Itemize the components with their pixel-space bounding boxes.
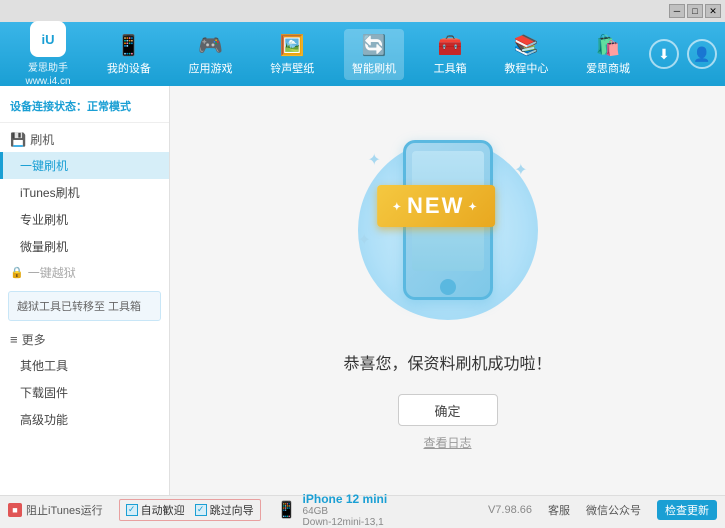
maximize-button[interactable]: □ (687, 4, 703, 18)
bottom-checkboxes: ✓ 自动歓迎 ✓ 跳过向导 (119, 499, 261, 521)
tutorials-label: 教程中心 (504, 60, 548, 76)
flash-section-icon: 💾 (10, 132, 26, 148)
my-device-label: 我的设备 (107, 60, 151, 76)
version-label: V7.98.66 (488, 504, 532, 516)
sidebar-item-other-tools[interactable]: 其他工具 (0, 352, 169, 379)
device-info-panel: 📱 iPhone 12 mini 64GB Down-12mini-13,1 (277, 492, 472, 528)
sidebar-item-advanced[interactable]: 高级功能 (0, 406, 169, 433)
section-flash: 💾 刷机 (0, 127, 169, 152)
stop-icon: ■ (8, 503, 22, 517)
success-illustration: ✦ ✦ ✦ NEW (338, 130, 558, 330)
nav-toolbox[interactable]: 🧰 工具箱 (426, 29, 475, 80)
sidebar-item-one-click-flash[interactable]: 一键刷机 (0, 152, 169, 179)
stop-itunes-label: 阻止iTunes运行 (26, 502, 103, 518)
bottombar: ■ 阻止iTunes运行 ✓ 自动歓迎 ✓ 跳过向导 📱 iPhone 12 m… (0, 495, 725, 523)
confirm-button[interactable]: 确定 (398, 394, 498, 426)
nav-ringtones[interactable]: 🖼️ 铃声壁纸 (262, 29, 322, 80)
apps-games-label: 应用游戏 (189, 60, 233, 76)
auto-connect-checkbox[interactable]: ✓ 自动歓迎 (126, 502, 185, 518)
nav-my-device[interactable]: 📱 我的设备 (99, 29, 159, 80)
tutorials-icon: 📚 (514, 33, 539, 58)
device-details: iPhone 12 mini 64GB Down-12mini-13,1 (303, 492, 388, 528)
more-section-icon: ≡ (10, 332, 18, 347)
device-status: 设备连接状态：正常模式 (0, 94, 169, 123)
nav-apple-mall[interactable]: 🛍️ 爱思商城 (578, 29, 638, 80)
sidebar-item-download-firmware[interactable]: 下载固件 (0, 379, 169, 406)
sidebar-item-micro-flash[interactable]: 微量刷机 (0, 233, 169, 260)
more-section-label: 更多 (22, 331, 46, 348)
close-button[interactable]: ✕ (705, 4, 721, 18)
auto-connect-checkbox-box: ✓ (126, 504, 138, 516)
minimize-button[interactable]: ─ (669, 4, 685, 18)
logo-icon: iU (30, 21, 66, 57)
skip-wizard-checkbox-box: ✓ (195, 504, 207, 516)
device-storage: 64GB (303, 506, 388, 517)
jailbreak-label: 一键越狱 (28, 264, 76, 281)
customer-service-link[interactable]: 客服 (548, 502, 570, 518)
skip-wizard-checkbox[interactable]: ✓ 跳过向导 (195, 502, 254, 518)
apps-games-icon: 🎮 (198, 33, 223, 58)
device-model: Down-12mini-13,1 (303, 517, 388, 528)
smart-flash-label: 智能刷机 (352, 60, 396, 76)
sidebar-item-pro-flash[interactable]: 专业刷机 (0, 206, 169, 233)
status-label: 设备连接状态： (10, 101, 87, 113)
sparkle-3: ✦ (358, 230, 371, 250)
skip-wizard-label: 跳过向导 (210, 502, 254, 518)
nav-smart-flash[interactable]: 🔄 智能刷机 (344, 29, 404, 80)
apple-mall-icon: 🛍️ (596, 33, 621, 58)
device-name: iPhone 12 mini (303, 492, 388, 506)
header-right: ⬇ 👤 (649, 39, 717, 69)
user-button[interactable]: 👤 (687, 39, 717, 69)
view-log-link[interactable]: 查看日志 (423, 434, 471, 451)
ringtones-icon: 🖼️ (280, 33, 305, 58)
device-icon: 📱 (277, 500, 297, 520)
logo-name: 爱思助手 (28, 59, 68, 74)
new-badge: NEW (377, 185, 495, 227)
section-more: ≡ 更多 (0, 327, 169, 352)
nav-tutorials[interactable]: 📚 教程中心 (496, 29, 556, 80)
main-content: 设备连接状态：正常模式 💾 刷机 一键刷机 iTunes刷机 专业刷机 微量刷机… (0, 86, 725, 495)
apple-mall-label: 爱思商城 (586, 60, 630, 76)
sidebar-item-itunes-flash[interactable]: iTunes刷机 (0, 179, 169, 206)
jailbreak-info-box: 越狱工具已转移至 工具箱 (8, 291, 161, 321)
sparkle-2: ✦ (514, 160, 527, 180)
toolbox-icon: 🧰 (438, 33, 463, 58)
bottom-right: V7.98.66 客服 微信公众号 检查更新 (488, 500, 717, 520)
stop-itunes-button[interactable]: ■ 阻止iTunes运行 (8, 502, 103, 518)
jailbreak-info-text: 越狱工具已转移至 工具箱 (17, 301, 141, 313)
smart-flash-icon: 🔄 (362, 33, 387, 58)
status-value: 正常模式 (87, 101, 131, 113)
wechat-public-link[interactable]: 微信公众号 (586, 502, 641, 518)
success-message: 恭喜您，保资料刷机成功啦！ (343, 350, 551, 374)
my-device-icon: 📱 (116, 33, 141, 58)
toolbox-label: 工具箱 (434, 60, 467, 76)
sparkle-1: ✦ (368, 150, 381, 170)
ringtones-label: 铃声壁纸 (270, 60, 314, 76)
check-update-button[interactable]: 检查更新 (657, 500, 717, 520)
flash-section-label: 刷机 (30, 131, 54, 148)
logo: iU 爱思助手 www.i4.cn (8, 21, 88, 87)
content-area: ✦ ✦ ✦ NEW 恭喜您，保资料刷机成功啦！ 确定 查看日志 (170, 86, 725, 495)
header: iU 爱思助手 www.i4.cn 📱 我的设备 🎮 应用游戏 🖼️ 铃声壁纸 … (0, 22, 725, 86)
auto-connect-label: 自动歓迎 (141, 502, 185, 518)
phone-home-button (440, 279, 456, 295)
nav-apps-games[interactable]: 🎮 应用游戏 (181, 29, 241, 80)
sidebar: 设备连接状态：正常模式 💾 刷机 一键刷机 iTunes刷机 专业刷机 微量刷机… (0, 86, 170, 495)
titlebar: ─ □ ✕ (0, 0, 725, 22)
lock-icon: 🔒 (10, 266, 24, 279)
nav-bar: 📱 我的设备 🎮 应用游戏 🖼️ 铃声壁纸 🔄 智能刷机 🧰 工具箱 📚 教程中… (88, 29, 649, 80)
section-jailbreak: 🔒 一键越狱 (0, 260, 169, 285)
download-button[interactable]: ⬇ (649, 39, 679, 69)
